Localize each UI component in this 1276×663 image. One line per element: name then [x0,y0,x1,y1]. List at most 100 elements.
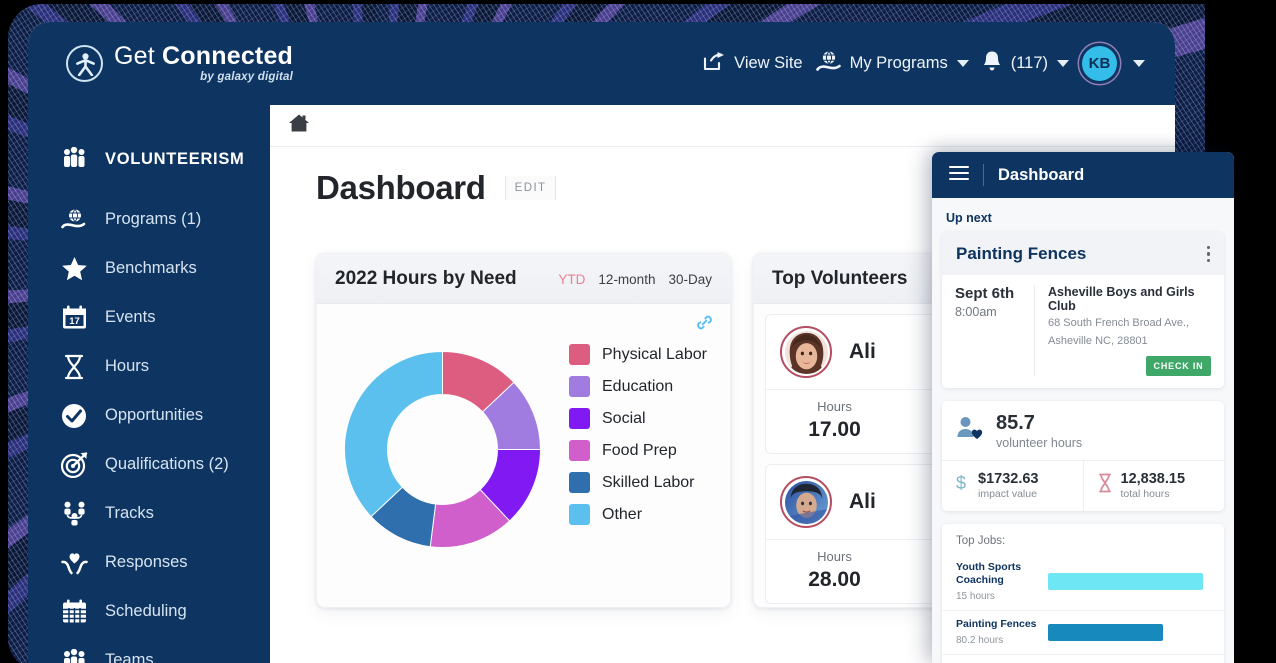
sidebar-item-label: Tracks [105,504,154,522]
brand-logo[interactable]: Get Connected by galaxy digital [66,41,293,84]
sidebar-item-hours[interactable]: Hours [28,342,270,391]
sidebar-item-label: Opportunities [105,406,204,424]
top-job-row[interactable]: Painting Fences 80.2 hours [942,609,1224,654]
total-hours-value: 12,838.15 [1120,470,1186,487]
globe-hand-icon [815,50,841,78]
kebab-menu-icon[interactable] [1206,245,1210,263]
volunteer-hours-stat: Hours 17.00 [766,390,903,453]
sidebar-header-label: VOLUNTEERISM [105,149,245,168]
job-card-body: Sept 6th 8:00am Asheville Boys and Girls… [942,275,1224,388]
job-address-line1: 68 South French Broad Ave., [1048,317,1190,329]
donut-slice-other[interactable] [344,350,443,518]
chart-legend: Physical Labor Education Social Food Prep Sk… [569,344,707,525]
sidebar-item-teams[interactable]: Teams [28,636,270,663]
range-option-12-month[interactable]: 12-month [598,272,655,287]
top-job-row[interactable]: Community Garden Cleanup60.8 hours [942,653,1224,663]
my-programs-label: My Programs [849,54,948,72]
hours-value: 28.00 [808,568,861,591]
hands-heart-icon [60,549,88,577]
up-next-label: Up next [946,211,992,225]
user-menu[interactable]: KB [1082,46,1145,81]
job-organization: Asheville Boys and Girls Club [1048,285,1195,313]
volunteer-hours-label: volunteer hours [996,435,1083,450]
sidebar-item-label: Responses [105,553,188,571]
calendar-17-icon: 17 [60,304,88,332]
hamburger-icon[interactable] [949,165,969,185]
top-jobs-heading: Top Jobs: [956,534,1006,547]
sidebar-item-label: Events [105,308,156,326]
people-group-icon [60,647,88,663]
brand-name-light: Get [114,41,163,70]
mobile-title: Dashboard [998,165,1085,184]
notifications-menu[interactable]: (117) [982,50,1069,77]
legend-item[interactable]: Other [569,504,707,525]
volunteers-title: Top Volunteers [772,268,908,289]
top-jobs-card: Top Jobs: Youth Sports Coaching 15 hours P… [942,523,1224,663]
check-in-button[interactable]: CHECK IN [1146,355,1211,376]
share-external-icon [703,51,725,76]
chart-card-header: 2022 Hours by Need YTD 12-month 30-Day [317,254,730,304]
sidebar-item-label: Qualifications (2) [105,455,229,473]
legend-item[interactable]: Food Prep [569,440,707,461]
legend-label: Skilled Labor [602,473,695,491]
avatar [780,326,832,378]
sidebar-item-label: Benchmarks [105,259,197,277]
sidebar-item-tracks[interactable]: Tracks [28,489,270,538]
top-job-name: Youth Sports Coaching 15 hours [956,561,1048,603]
top-jobs-list: Youth Sports Coaching 15 hours Painting Fe… [942,554,1224,663]
top-job-bar [1048,573,1203,591]
hourglass-icon [60,353,88,381]
total-hours-stat: 12,838.15 total hours [1082,460,1225,511]
top-job-label: Painting Fences [956,617,1037,630]
target-arrow-icon [60,451,88,479]
bell-icon [982,50,1002,77]
legend-item[interactable]: Education [569,376,707,397]
link-icon[interactable] [696,314,713,336]
sidebar-item-benchmarks[interactable]: Benchmarks [28,244,270,293]
legend-item[interactable]: Physical Labor [569,344,707,365]
sidebar-item-programs[interactable]: Programs (1) [28,195,270,244]
total-hours-label: total hours [1120,487,1170,500]
sidebar-item-events[interactable]: 17 Events [28,293,270,342]
sidebar-item-label: Scheduling [105,602,187,620]
check-circle-icon [60,402,88,430]
edit-button[interactable]: EDIT [504,176,557,200]
legend-label: Education [602,377,674,395]
up-next-job-card[interactable]: Painting Fences Sept 6th 8:00am Ashevill… [942,232,1224,388]
job-time: 8:00am [955,305,997,319]
volunteer-name: Ali [849,340,876,363]
legend-label: Social [602,409,646,427]
people-group-icon [60,145,88,173]
calendar-grid-icon [60,598,88,626]
avatar: KB [1082,46,1117,81]
sidebar-item-opportunities[interactable]: Opportunities [28,391,270,440]
my-programs-menu[interactable]: My Programs [815,50,969,78]
range-option-30-day[interactable]: 30-Day [668,272,712,287]
impact-value: $1732.63 [978,470,1039,487]
sidebar-item-label: Teams [105,651,154,663]
chart-body: Physical Labor Education Social Food Prep Sk… [317,304,730,609]
legend-item[interactable]: Social [569,408,707,429]
view-site-label: View Site [734,54,803,72]
legend-label: Other [602,505,643,523]
top-job-row[interactable]: Youth Sports Coaching 15 hours [942,554,1224,610]
home-icon[interactable] [288,113,310,138]
user-heart-icon [956,416,983,445]
legend-item[interactable]: Skilled Labor [569,472,707,493]
chart-title: 2022 Hours by Need [335,268,517,289]
sidebar-item-scheduling[interactable]: Scheduling [28,587,270,636]
people-tree-icon [60,500,88,528]
breadcrumb [270,105,1175,147]
top-job-hours: 80.2 hours [956,634,1004,646]
legend-label: Food Prep [602,441,677,459]
star-icon [60,255,88,283]
sidebar-item-responses[interactable]: Responses [28,538,270,587]
job-datetime: Sept 6th 8:00am [955,285,1035,376]
job-date: Sept 6th [955,285,1015,302]
view-site-link[interactable]: View Site [703,51,803,76]
sidebar-item-qualifications[interactable]: Qualifications (2) [28,440,270,489]
job-location: Asheville Boys and Girls Club 68 South F… [1035,285,1211,376]
range-option-ytd[interactable]: YTD [558,272,585,287]
globe-hand-icon [60,206,88,234]
hours-column-label: Hours [817,549,852,564]
